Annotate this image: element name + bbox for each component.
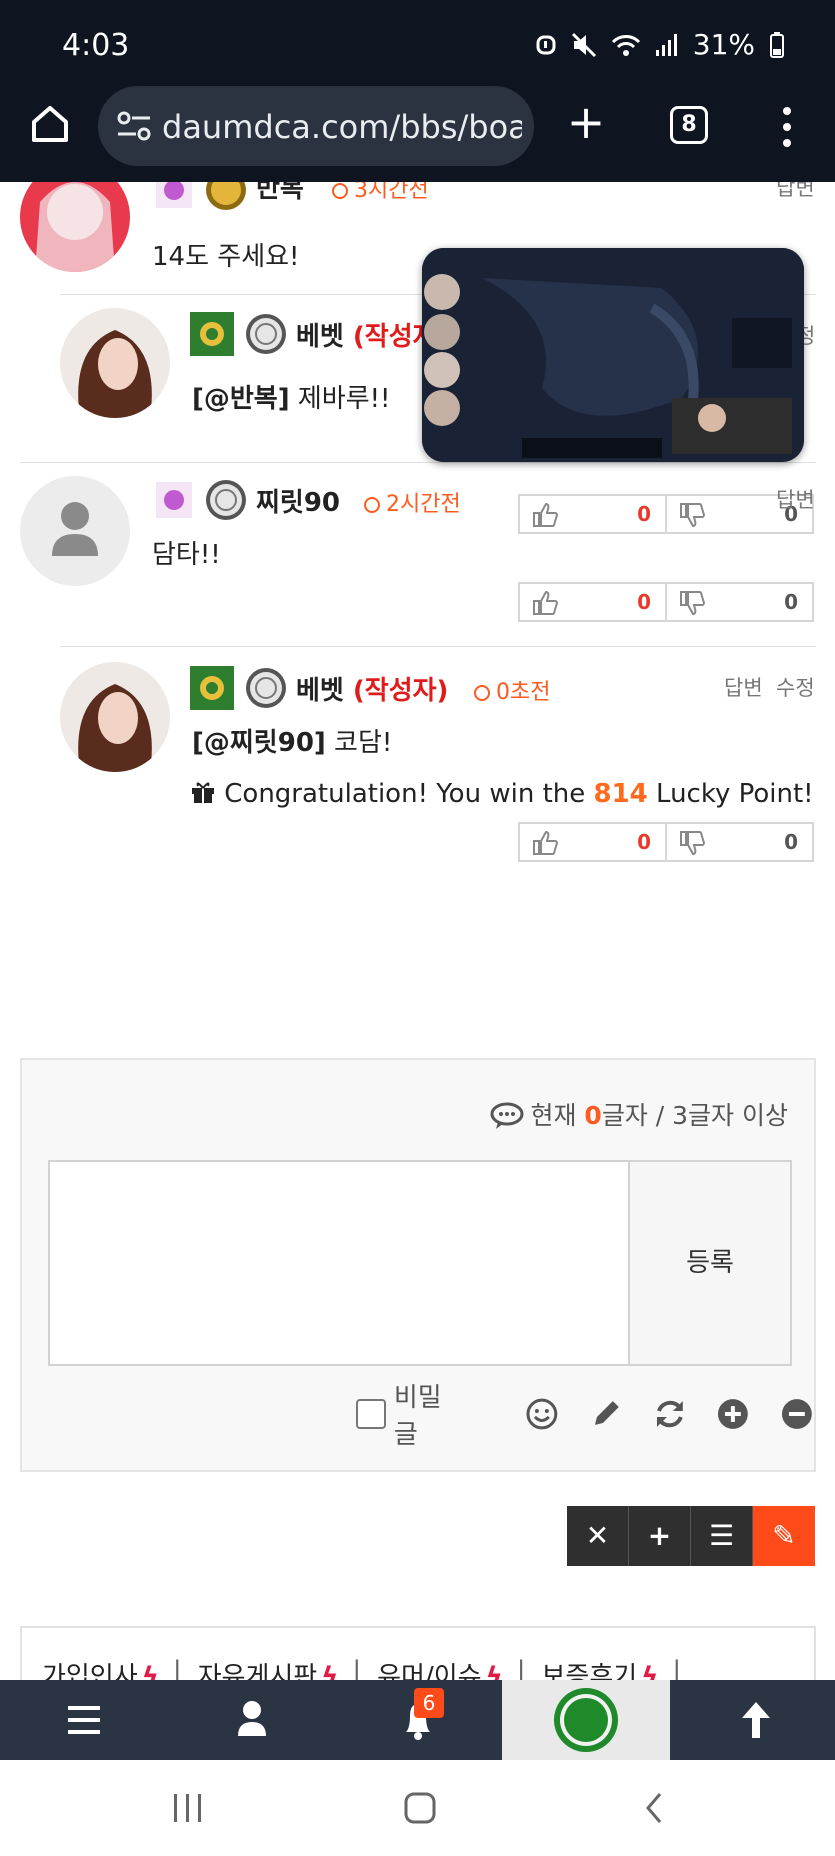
- thumbs-up-icon: [533, 590, 558, 615]
- status-time: 4:03: [62, 28, 130, 63]
- emblem-icon: [190, 312, 234, 356]
- battery-icon: [770, 31, 784, 58]
- thumbs-down-icon: [680, 503, 705, 528]
- menu-icon[interactable]: [64, 1680, 104, 1760]
- refresh-icon[interactable]: [653, 1397, 687, 1431]
- form-tools: 비밀글: [356, 1383, 814, 1450]
- emblem-icon: [190, 666, 234, 710]
- speech-bubble-icon: [490, 1102, 524, 1129]
- downvote-button[interactable]: 0: [665, 824, 812, 860]
- silver-medal-icon: [206, 480, 246, 520]
- silver-medal-icon: [246, 668, 286, 708]
- close-button[interactable]: ✕: [567, 1506, 629, 1566]
- browser-toolbar: daumdca.com/bbs/boa + 8: [0, 86, 835, 182]
- comment-nickname[interactable]: 반복: [256, 182, 304, 205]
- home-nav-icon[interactable]: [402, 1790, 438, 1826]
- comment-input[interactable]: [48, 1160, 630, 1366]
- upvote-button[interactable]: 0: [520, 496, 665, 532]
- comment-nickname[interactable]: 베벳 (작성자): [296, 670, 448, 707]
- secret-checkbox[interactable]: [356, 1399, 386, 1429]
- add-button[interactable]: +: [629, 1506, 691, 1566]
- thumbs-up-icon: [533, 830, 558, 855]
- divider: [60, 646, 816, 647]
- scroll-top-icon[interactable]: [736, 1680, 776, 1760]
- minus-circle-icon[interactable]: [780, 1397, 814, 1431]
- secret-label: 비밀글: [393, 1383, 442, 1450]
- site-info-icon[interactable]: [116, 110, 152, 142]
- system-nav-bar: [0, 1760, 835, 1856]
- upvote-button[interactable]: 0: [520, 824, 665, 860]
- mute-icon: [571, 32, 596, 57]
- notification-badge: 6: [414, 1688, 444, 1718]
- signal-icon: [655, 33, 677, 56]
- comment-nickname[interactable]: 찌릿90: [256, 482, 340, 519]
- comment-text: 14도 주세요!: [152, 242, 300, 272]
- silver-medal-icon: [246, 314, 286, 354]
- address-bar[interactable]: daumdca.com/bbs/boa: [98, 86, 534, 166]
- level-badge-icon: [156, 182, 192, 208]
- battery-percent: 31%: [692, 28, 755, 61]
- avatar-default: [20, 476, 130, 586]
- user-icon[interactable]: [232, 1680, 272, 1760]
- comment-form: 현재 0글자 / 3글자 이상 등록 비밀글: [20, 1058, 816, 1472]
- thumbs-up-icon: [533, 502, 558, 527]
- back-icon[interactable]: [640, 1790, 668, 1826]
- submit-button[interactable]: 등록: [628, 1160, 792, 1366]
- upvote-button[interactable]: 0: [520, 584, 665, 620]
- reply-link[interactable]: 답변: [776, 484, 815, 514]
- avatar: [60, 662, 170, 772]
- write-button[interactable]: ✎: [753, 1506, 815, 1566]
- downvote-button[interactable]: 0: [665, 584, 812, 620]
- thumbs-down-icon: [680, 831, 705, 856]
- vote-box: 0 0: [518, 822, 814, 862]
- list-button[interactable]: ☰: [691, 1506, 753, 1566]
- status-bar: 4:03 31%: [0, 0, 835, 86]
- recent-apps-icon[interactable]: [170, 1792, 206, 1824]
- comment-time: 2시간전: [364, 486, 461, 518]
- clock-icon: [474, 685, 490, 701]
- reply-link[interactable]: 답변: [776, 182, 815, 202]
- status-icons: 31%: [535, 28, 785, 61]
- clock-icon: [364, 497, 380, 513]
- emoji-icon[interactable]: [525, 1397, 559, 1431]
- reply-link[interactable]: 답변: [724, 672, 763, 702]
- avatar: [20, 182, 130, 272]
- site-bottom-nav: 6: [0, 1680, 835, 1760]
- url-text: daumdca.com/bbs/boa: [162, 108, 522, 146]
- user-icon: [52, 502, 98, 556]
- comment-time: 3시간전: [332, 182, 429, 204]
- new-tab-button[interactable]: +: [566, 99, 606, 145]
- comment-text: 담타!!: [152, 540, 221, 570]
- edit-link[interactable]: 수정: [776, 672, 815, 702]
- casino-logo-icon: [554, 1688, 618, 1752]
- level-badge-icon: [156, 482, 192, 518]
- avatar: [60, 308, 170, 418]
- lucky-point-message: Congratulation! You win the 814 Lucky Po…: [190, 778, 814, 809]
- post-actions: ✕ + ☰ ✎: [567, 1506, 815, 1566]
- plus-circle-icon[interactable]: [716, 1397, 750, 1431]
- comment-text: [@찌릿90] 코담!: [192, 728, 393, 758]
- pencil-icon[interactable]: [589, 1397, 623, 1431]
- site-logo[interactable]: [502, 1680, 670, 1760]
- gift-icon: [192, 782, 214, 803]
- alarm-icon: [536, 35, 556, 54]
- vote-box: 0 0: [518, 582, 814, 622]
- thumbs-down-icon: [680, 591, 705, 616]
- divider: [20, 462, 816, 463]
- clock-icon: [332, 183, 348, 199]
- gold-medal-icon: [206, 182, 246, 210]
- home-icon[interactable]: [28, 102, 72, 146]
- tab-switcher-button[interactable]: 8: [670, 106, 708, 144]
- video-pip[interactable]: [422, 248, 804, 462]
- comment-text: [@반복] 제바루!!: [192, 384, 391, 414]
- wifi-icon: [611, 34, 640, 56]
- vote-box: 0 0: [518, 494, 814, 534]
- comment-time: 0초전: [474, 674, 550, 706]
- browser-menu-button[interactable]: [780, 104, 794, 148]
- char-count: 현재 0글자 / 3글자 이상: [490, 1096, 788, 1132]
